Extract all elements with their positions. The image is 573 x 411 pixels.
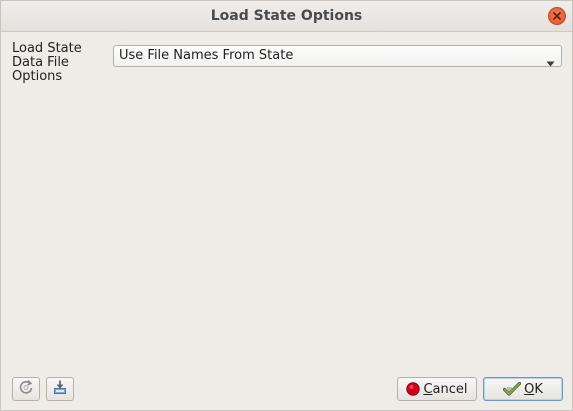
cancel-button[interactable]: Cancel (397, 377, 477, 401)
ok-label: OK (524, 381, 543, 397)
close-icon (553, 12, 561, 20)
save-default-button[interactable] (46, 377, 74, 401)
select-value: Use File Names From State (119, 48, 294, 63)
check-icon (503, 382, 522, 396)
reset-button[interactable] (12, 377, 40, 401)
ok-button[interactable]: OK (483, 377, 563, 401)
file-options-select[interactable]: Use File Names From State (113, 45, 562, 67)
reset-icon (18, 379, 34, 399)
stop-icon (406, 382, 421, 396)
dialog-title: Load State Options (210, 8, 363, 24)
dialog-window: Load State Options Load State Data File … (0, 0, 573, 411)
title-bar[interactable]: Load State Options (1, 1, 572, 32)
file-options-label: Load State Data File Options (12, 41, 82, 84)
cancel-label: Cancel (423, 381, 468, 397)
save-default-icon (52, 379, 68, 399)
close-button[interactable] (548, 7, 566, 25)
chevron-down-icon (546, 54, 555, 74)
